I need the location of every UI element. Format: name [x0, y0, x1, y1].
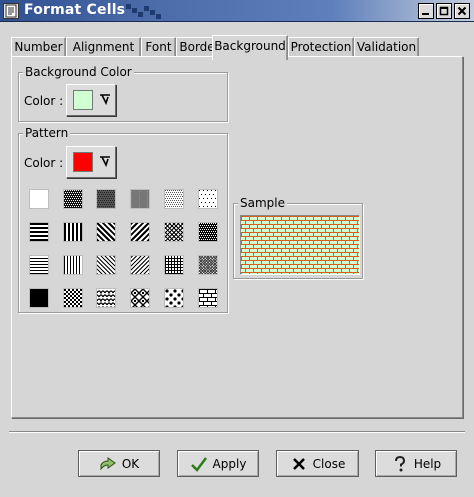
apply-button-label: Apply [212, 456, 247, 471]
dropdown-arrow-icon [100, 156, 110, 167]
background-color-group: Background Color Color : [18, 65, 228, 122]
pattern-dense-2[interactable] [96, 189, 116, 209]
pattern-thin-diagonal-cross[interactable] [198, 255, 218, 275]
tab-protection[interactable]: Protection [288, 37, 354, 58]
pattern-scales[interactable] [96, 288, 116, 308]
pattern-solid-black[interactable] [29, 288, 49, 308]
help-button-label: Help [413, 456, 442, 471]
close-button-label: Close [312, 456, 346, 471]
ok-button-label: OK [121, 456, 140, 471]
minimize-button[interactable] [418, 3, 434, 19]
pattern-thin-vertical[interactable] [63, 255, 83, 275]
pattern-vertical[interactable] [63, 222, 83, 242]
pattern-group: Pattern Color : [18, 126, 228, 313]
background-color-group-title: Background Color [23, 65, 134, 79]
pattern-dots[interactable] [164, 288, 184, 308]
pattern-checker[interactable] [63, 288, 83, 308]
tab-font[interactable]: Font [141, 37, 176, 58]
pattern-group-title: Pattern [23, 126, 71, 140]
tab-background[interactable]: Background [212, 35, 288, 60]
tab-number[interactable]: Number [11, 37, 66, 58]
tab-alignment[interactable]: Alignment [66, 37, 141, 58]
background-color-picker-button[interactable] [66, 84, 116, 116]
pattern-thin-diagonal[interactable] [130, 255, 150, 275]
sample-group-title: Sample [238, 196, 287, 210]
pattern-diagonal[interactable] [130, 222, 150, 242]
title-bar[interactable]: Format Cells [0, 0, 474, 22]
dropdown-arrow-icon [100, 94, 110, 105]
pattern-back-diagonal[interactable] [96, 222, 116, 242]
ok-icon [100, 456, 116, 470]
pattern-thin-back-diagonal[interactable] [96, 255, 116, 275]
title-decoration-icon [126, 4, 161, 19]
background-color-label: Color : [24, 94, 64, 108]
window-title: Format Cells [24, 2, 126, 18]
close-window-button[interactable] [454, 3, 470, 19]
close-icon [457, 6, 467, 16]
close-button[interactable]: Close [276, 450, 359, 477]
pattern-diamonds[interactable] [130, 288, 150, 308]
tab-validation[interactable]: Validation [354, 37, 419, 58]
pattern-color-picker-button[interactable] [66, 146, 116, 178]
background-tab-panel: Background Color Color : Pattern Color :… [11, 56, 463, 418]
pattern-color-swatch [73, 152, 93, 172]
pattern-dense-1[interactable] [63, 189, 83, 209]
background-color-swatch [73, 90, 93, 110]
pattern-cross[interactable] [164, 222, 184, 242]
pattern-horizontal[interactable] [29, 222, 49, 242]
close-x-icon [292, 457, 305, 470]
pattern-bricks[interactable] [198, 288, 218, 308]
pattern-color-label: Color : [24, 156, 64, 170]
pattern-dense-3[interactable] [130, 189, 150, 209]
ok-button[interactable]: OK [78, 450, 160, 477]
maximize-button[interactable] [436, 3, 452, 19]
maximize-icon [439, 6, 449, 16]
sample-group: Sample [233, 196, 363, 279]
pattern-thin-horizontal[interactable] [29, 255, 49, 275]
pattern-dense-4[interactable] [164, 189, 184, 209]
pattern-dense-5[interactable] [198, 189, 218, 209]
separator [9, 431, 465, 433]
help-icon [394, 455, 405, 471]
checkmark-icon [190, 456, 207, 472]
help-button[interactable]: Help [375, 450, 457, 477]
apply-button[interactable]: Apply [177, 450, 259, 477]
pattern-thin-cross[interactable] [164, 255, 184, 275]
minimize-icon [422, 13, 429, 15]
sample-preview [240, 215, 360, 275]
pattern-solid-white[interactable] [29, 189, 49, 209]
app-icon[interactable] [3, 3, 19, 19]
pattern-diagonal-cross[interactable] [198, 222, 218, 242]
